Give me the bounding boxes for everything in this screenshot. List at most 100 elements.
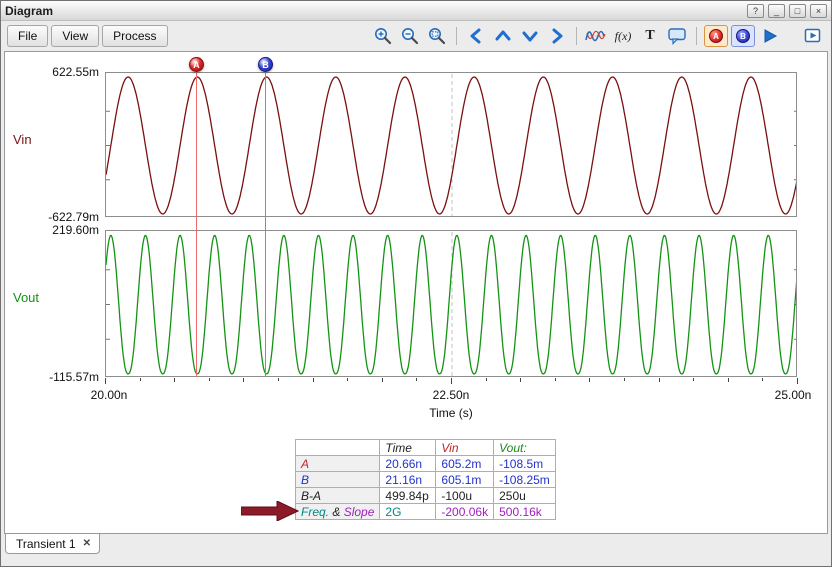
x-axis-tick — [693, 378, 694, 381]
cursor-b-button-letter: B — [740, 32, 746, 41]
cell-freq-value: 2G — [380, 504, 436, 520]
tab-transient-1[interactable]: Transient 1 ✕ — [5, 533, 100, 554]
pan-down-icon — [521, 27, 539, 45]
detach-window-icon — [803, 27, 823, 45]
cursor-a-icon: A — [709, 29, 723, 43]
x-axis-tick — [382, 378, 383, 382]
pan-down-button[interactable] — [518, 25, 542, 47]
cursor-readout-table: Time Vin Vout: A 20.66n 605.2m -108.5m B… — [295, 439, 556, 520]
x-axis-tick — [174, 378, 175, 382]
vout-y-max-label: 219.60m — [9, 223, 99, 237]
cursor-b-icon: B — [736, 29, 750, 43]
zoom-area-button[interactable] — [425, 25, 449, 47]
column-header-vout: Vout: — [494, 440, 556, 456]
cursor-a-marker-letter: A — [193, 60, 200, 70]
table-header-row: Time Vin Vout: — [296, 440, 556, 456]
play-icon — [761, 27, 779, 45]
x-axis-tick — [520, 378, 521, 382]
cell-b-vin: 605.1m — [436, 472, 494, 488]
tabbar: Transient 1 ✕ — [1, 534, 831, 558]
x-axis-tick — [589, 378, 590, 382]
table-row-b-minus-a: B-A 499.84p -100u 250u — [296, 488, 556, 504]
row-label-b-minus-a[interactable]: B-A — [296, 488, 380, 504]
x-axis-title: Time (s) — [429, 406, 473, 420]
detach-window-button[interactable] — [801, 25, 825, 47]
pan-left-button[interactable] — [464, 25, 488, 47]
x-tick-label-left: 20.00n — [91, 388, 128, 402]
close-button[interactable]: × — [810, 4, 827, 18]
comment-button[interactable] — [665, 25, 689, 47]
zoom-out-button[interactable] — [398, 25, 422, 47]
cell-ba-vin: -100u — [436, 488, 494, 504]
x-axis-tick — [451, 378, 452, 384]
cell-ba-vout: 250u — [494, 488, 556, 504]
x-tick-label-right: 25.00n — [775, 388, 812, 402]
menu-file[interactable]: File — [7, 25, 48, 47]
function-icon: f(x) — [615, 29, 632, 44]
titlebar[interactable]: Diagram ? _ □ × — [1, 1, 831, 21]
cursor-a-marker[interactable]: A — [189, 57, 204, 72]
minimize-button[interactable]: _ — [768, 4, 785, 18]
x-axis-tick — [416, 378, 417, 381]
x-axis-tick — [659, 378, 660, 382]
waveform-button[interactable] — [584, 25, 608, 47]
column-header-time: Time — [380, 440, 436, 456]
vout-signal-label: Vout — [13, 290, 39, 305]
x-axis-tick — [624, 378, 625, 381]
row-label-freq-slope[interactable]: Freq. & Slope — [296, 504, 380, 520]
menu-process[interactable]: Process — [102, 25, 167, 47]
x-axis-tick — [278, 378, 279, 381]
cursor-a-button-letter: A — [713, 32, 719, 41]
vout-plot[interactable] — [105, 230, 797, 377]
cursor-a-button[interactable]: A — [704, 25, 728, 47]
maximize-button[interactable]: □ — [789, 4, 806, 18]
function-button[interactable]: f(x) — [611, 25, 635, 47]
slope-label-part: Slope — [344, 505, 375, 519]
vout-y-min-label: -115.57m — [9, 370, 99, 384]
cursor-b-button[interactable]: B — [731, 25, 755, 47]
table-row-cursor-b: B 21.16n 605.1m -108.25m — [296, 472, 556, 488]
diagram-canvas: 622.55m -622.79m Vin 219.60m -115.57m Vo… — [4, 51, 828, 534]
toolbar: File View Process — [1, 21, 831, 51]
cursor-b-marker-letter: B — [262, 60, 269, 70]
cell-a-vout: -108.5m — [494, 456, 556, 472]
x-tick-label-mid: 22.50n — [433, 388, 470, 402]
x-axis-ticks — [105, 378, 797, 386]
window-title: Diagram — [5, 4, 743, 18]
help-button[interactable]: ? — [747, 4, 764, 18]
cell-slope-vout: 500.16k — [494, 504, 556, 520]
ampersand-label-part: & — [329, 505, 344, 519]
x-axis-tick — [762, 378, 763, 381]
pan-up-button[interactable] — [491, 25, 515, 47]
row-label-b[interactable]: B — [296, 472, 380, 488]
vin-plot[interactable] — [105, 72, 797, 217]
table-row-cursor-a: A 20.66n 605.2m -108.5m — [296, 456, 556, 472]
x-axis-tick — [105, 378, 106, 384]
toolbar-separator — [576, 27, 577, 45]
cell-slope-vin: -200.06k — [436, 504, 494, 520]
comment-bubble-icon — [667, 27, 687, 45]
cell-a-time: 20.66n — [380, 456, 436, 472]
cursor-b-marker[interactable]: B — [258, 57, 273, 72]
text-tool-button[interactable]: T — [638, 25, 662, 47]
row-label-a[interactable]: A — [296, 456, 380, 472]
vin-y-max-label: 622.55m — [9, 65, 99, 79]
zoom-in-button[interactable] — [371, 25, 395, 47]
tab-label: Transient 1 — [16, 537, 76, 551]
play-button[interactable] — [758, 25, 782, 47]
pan-left-icon — [467, 27, 485, 45]
cell-a-vin: 605.2m — [436, 456, 494, 472]
pan-right-button[interactable] — [545, 25, 569, 47]
cell-b-time: 21.16n — [380, 472, 436, 488]
vin-y-min-label: -622.79m — [9, 210, 99, 224]
cell-b-vout: -108.25m — [494, 472, 556, 488]
menu-view[interactable]: View — [51, 25, 99, 47]
annotation-arrow — [241, 501, 299, 521]
toolbar-separator — [696, 27, 697, 45]
zoom-area-icon — [427, 26, 447, 46]
close-tab-icon[interactable]: ✕ — [83, 539, 91, 549]
x-axis-tick — [555, 378, 556, 381]
x-axis-tick — [209, 378, 210, 381]
x-axis-tick — [347, 378, 348, 381]
table-corner-cell — [296, 440, 380, 456]
